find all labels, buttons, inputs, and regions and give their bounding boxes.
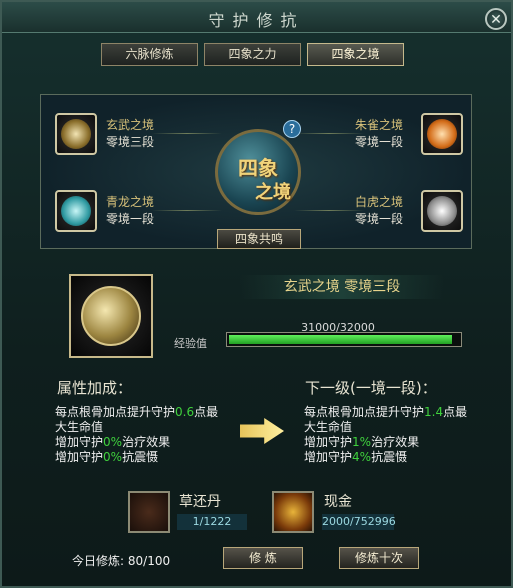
zhuque-icon	[427, 119, 457, 149]
qinglong-name: 青龙之境	[106, 195, 155, 209]
connector-line	[294, 133, 364, 134]
attr-text: 治疗效果	[371, 435, 420, 449]
title-bar: 守护修抗	[2, 2, 511, 33]
train-ten-button[interactable]: 修炼十次	[339, 547, 419, 569]
attr-value: 0%	[103, 435, 123, 449]
today-training-label: 今日修炼:	[72, 554, 125, 568]
baihu-icon	[427, 196, 457, 226]
attr-text: 点最	[194, 405, 219, 419]
zhuque-name: 朱雀之境	[355, 118, 404, 132]
cash-name: 现金	[324, 494, 352, 510]
attr-value: 4%	[352, 450, 372, 464]
tab-sixiang-realm[interactable]: 四象之境	[307, 43, 404, 66]
emblem-text-bottom: 之境	[255, 182, 291, 203]
next-attr-line: 增加守护4%抗震慑	[304, 450, 407, 465]
current-attr-line: 增加守护0%抗震慑	[55, 450, 158, 465]
current-attr-line: 大生命值	[55, 420, 104, 434]
resonance-button[interactable]: 四象共鸣	[217, 229, 301, 249]
attr-text: 抗震慑	[371, 450, 408, 464]
baihu-slot[interactable]	[421, 190, 463, 232]
connector-line	[152, 133, 222, 134]
exp-bar-fill	[229, 335, 452, 344]
next-attr-title: 下一级(一境一段)：	[305, 379, 437, 397]
xuanwu-large-icon	[81, 286, 141, 346]
exp-bar	[226, 332, 462, 347]
connector-line	[294, 210, 364, 211]
attr-text: 每点根骨加点提升守护	[304, 405, 425, 419]
window: 守护修抗 ✕ 六脉修炼 四象之力 四象之境 玄武之境 零境三段 青龙之境 零境一…	[0, 0, 513, 588]
exp-label: 经验值	[174, 337, 207, 350]
current-attr-line: 每点根骨加点提升守护0.6点最	[55, 405, 218, 420]
zhuque-slot[interactable]	[421, 113, 463, 155]
xuanwu-slot[interactable]	[55, 113, 97, 155]
attr-text: 点最	[443, 405, 468, 419]
stage-banner: 玄武之境 零境三段	[240, 275, 444, 299]
today-training: 今日修炼: 80/100	[72, 552, 170, 569]
cash-count: 2000/752996	[322, 514, 396, 530]
qinglong-level: 零境一段	[106, 212, 155, 226]
next-attr-line: 每点根骨加点提升守护1.4点最	[304, 405, 467, 420]
close-button[interactable]: ✕	[485, 8, 507, 30]
qinglong-slot[interactable]	[55, 190, 97, 232]
attr-text: 增加守护	[55, 450, 104, 464]
herb-pill-item[interactable]	[128, 491, 170, 533]
help-icon[interactable]: ?	[283, 120, 301, 138]
attr-text: 增加守护	[304, 435, 353, 449]
attr-text: 增加守护	[55, 435, 104, 449]
zhuque-level: 零境一段	[355, 135, 404, 149]
attr-value: 1.4	[424, 405, 444, 419]
attr-value: 1%	[352, 435, 372, 449]
next-attr-line: 增加守护1%治疗效果	[304, 435, 419, 450]
attr-text: 治疗效果	[122, 435, 171, 449]
attr-value: 0.6	[175, 405, 195, 419]
attr-text: 每点根骨加点提升守护	[55, 405, 176, 419]
current-attr-line: 增加守护0%治疗效果	[55, 435, 170, 450]
window-title: 守护修抗	[208, 11, 305, 30]
qinglong-icon	[61, 196, 91, 226]
tab-bar: 六脉修炼 四象之力 四象之境	[101, 43, 404, 66]
herb-pill-name: 草还丹	[179, 494, 221, 510]
tab-sixiang-power[interactable]: 四象之力	[204, 43, 301, 66]
arrow-right-icon	[240, 418, 284, 444]
attr-text: 增加守护	[304, 450, 353, 464]
herb-pill-count: 1/1222	[177, 514, 247, 530]
emblem-text-top: 四象	[238, 156, 278, 180]
connector-line	[152, 210, 222, 211]
xuanwu-level: 零境三段	[106, 135, 155, 149]
next-attr-line: 大生命值	[304, 420, 353, 434]
baihu-level: 零境一段	[355, 212, 404, 226]
xuanwu-name: 玄武之境	[106, 118, 155, 132]
current-attr-title: 属性加成：	[57, 379, 133, 397]
attr-value: 0%	[103, 450, 123, 464]
today-training-value: 80/100	[127, 554, 171, 568]
selected-realm-slot	[69, 274, 153, 358]
attr-text: 抗震慑	[122, 450, 159, 464]
cash-item[interactable]	[272, 491, 314, 533]
baihu-name: 白虎之境	[355, 195, 404, 209]
xuanwu-icon	[61, 119, 91, 149]
tab-liumai[interactable]: 六脉修炼	[101, 43, 198, 66]
train-button[interactable]: 修 炼	[223, 547, 303, 569]
